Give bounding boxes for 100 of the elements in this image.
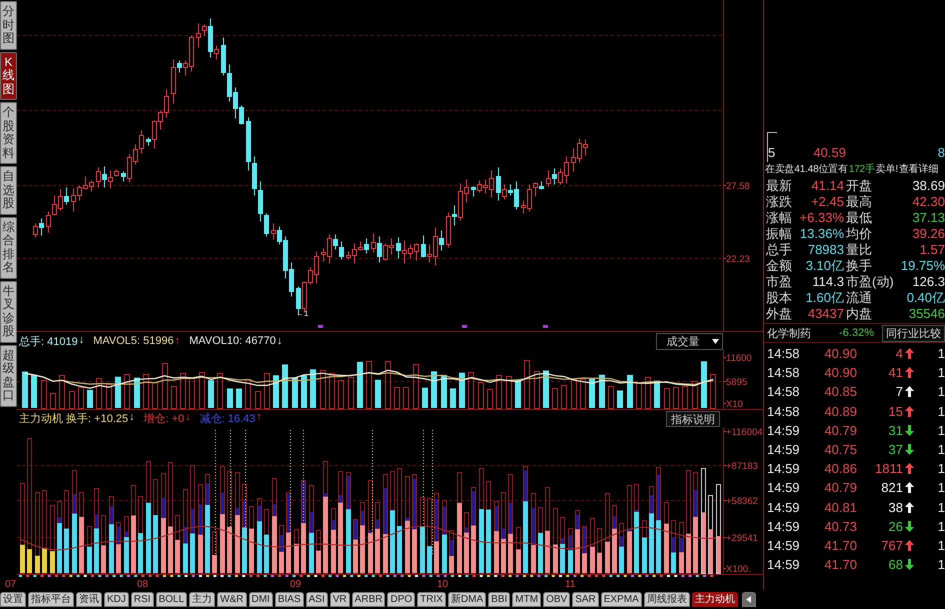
quote-label: 量比 xyxy=(845,242,873,258)
tick-price: 40.81 xyxy=(823,500,857,515)
trend-arrow: ↓ xyxy=(78,334,84,348)
indicator-tab[interactable]: DPO xyxy=(387,592,416,607)
tick-time: 14:59 xyxy=(767,500,801,515)
order-price: 40.59 xyxy=(812,145,846,161)
indicator-tab[interactable]: BIAS xyxy=(274,592,304,607)
quote-label: 外盘 xyxy=(766,306,793,322)
indicator-tab[interactable]: EXPMA xyxy=(600,592,642,607)
tick-cell-text: 1 xyxy=(936,384,945,400)
quote-value: 13.36% xyxy=(798,226,844,242)
event-marker-icon xyxy=(462,325,467,328)
indicator-tab[interactable]: BOLL xyxy=(156,592,188,607)
scroll-left-button[interactable] xyxy=(742,592,756,607)
side-tab[interactable]: 牛叉诊股 xyxy=(0,280,17,342)
trend-arrow: ↑ xyxy=(174,335,180,347)
tick-cell-text: 1 xyxy=(936,518,945,534)
quote-value: 41.14 xyxy=(810,178,844,194)
caret-icon xyxy=(712,338,718,344)
indicator-tab[interactable]: 周线报表 xyxy=(644,592,690,607)
legend-label: MAVOL5: 51996 xyxy=(93,335,174,347)
tick-volume: 7 xyxy=(894,384,903,400)
indicator-help-button[interactable]: 指标说明 xyxy=(666,410,720,426)
indicator-tab[interactable]: RSI xyxy=(130,592,154,607)
indicator-tab[interactable]: 指标平台 xyxy=(28,592,74,607)
indicator-tab[interactable]: 主力 xyxy=(189,592,216,607)
volume-axis-label: 11600 xyxy=(726,353,752,364)
tick-volume: 15 xyxy=(888,404,903,419)
trend-arrow: ↓ xyxy=(276,335,282,347)
indicator-tab[interactable]: SAR xyxy=(572,592,599,607)
tick-time: 14:59 xyxy=(767,557,801,572)
tick-cell-text: 1 xyxy=(936,365,945,380)
indicator-tab[interactable]: 资讯 xyxy=(76,592,102,607)
indicator-tab[interactable]: W&R xyxy=(217,592,246,607)
tick-time: 14:59 xyxy=(767,461,801,476)
quote-value: 19.75% xyxy=(900,258,945,274)
indicator-axis-label: +58362 xyxy=(726,496,758,507)
price-axis-label: 27.58 xyxy=(726,181,750,192)
side-tab[interactable]: 超级盘口 xyxy=(0,344,17,406)
indicator-tab[interactable]: ARBR xyxy=(352,592,386,607)
tick-cell-text: 1 xyxy=(936,422,945,438)
indicator-tab[interactable]: OBV xyxy=(543,592,570,607)
indicator-tab[interactable]: MTM xyxy=(512,592,542,607)
tick-price: 40.85 xyxy=(823,384,857,400)
quote-value: 1.57 xyxy=(918,242,945,258)
quote-label: 市盈(动) xyxy=(845,274,895,290)
indicator-tab[interactable]: 主力动机 xyxy=(692,592,738,607)
tick-cell-text: 1 xyxy=(936,500,945,515)
trend-arrow: ↓ xyxy=(185,411,191,425)
order-level: 5 xyxy=(768,145,776,161)
indicator-tab[interactable]: BBI xyxy=(488,592,510,607)
indicator-tab[interactable]: 新DMA xyxy=(448,592,486,607)
quote-label: 内盘 xyxy=(845,306,873,322)
side-tab[interactable]: K线图 xyxy=(0,52,17,100)
compare-button[interactable]: 同行业比较 xyxy=(882,324,945,342)
indicator-axis-label: X100. xyxy=(726,564,751,575)
quote-label: 涨跌 xyxy=(766,194,793,210)
legend-label: 增仓: +0 xyxy=(144,412,184,426)
side-tab[interactable]: 自选股 xyxy=(0,166,17,214)
trend-arrow: ↑ xyxy=(256,411,262,425)
indicator-tab[interactable]: 设置 xyxy=(0,592,26,607)
indicator-tab[interactable]: ASI xyxy=(306,592,328,607)
highlight-force-bar xyxy=(20,544,25,573)
date-label: 08 xyxy=(137,579,148,590)
tick-cell-text: 1 xyxy=(936,538,945,553)
event-marker-icon xyxy=(543,325,548,328)
tick-price: 40.79 xyxy=(823,422,857,438)
sector-change: -6.32% xyxy=(839,327,874,339)
tick-volume: 1811 xyxy=(874,461,903,476)
legend-label: 减仓: 16.43 xyxy=(200,412,256,426)
view-details-link[interactable]: 查看详细 xyxy=(898,163,938,177)
tick-volume: 38 xyxy=(888,500,903,515)
indicator-tab[interactable]: DMI xyxy=(248,592,273,607)
highlight-force-bar xyxy=(42,548,47,573)
quote-value: 37.13 xyxy=(911,210,945,226)
indicator-tab[interactable]: VR xyxy=(330,592,350,607)
quote-label: 均价 xyxy=(845,226,873,242)
quote-label: 市盈 xyxy=(766,274,793,290)
side-tab[interactable]: 分时图 xyxy=(0,1,17,50)
tick-price: 40.73 xyxy=(823,518,857,534)
tick-price: 41.70 xyxy=(823,557,857,572)
tick-price: 40.79 xyxy=(823,480,857,496)
indicator-dropdown[interactable]: 成交量 xyxy=(656,332,723,350)
tick-volume: 767 xyxy=(880,538,903,553)
tick-volume: 26 xyxy=(888,518,903,534)
low-price-label: ←1 xyxy=(296,309,308,318)
quote-value: 1.60亿 xyxy=(804,290,844,306)
quote-label: 总手 xyxy=(766,242,793,258)
side-tab[interactable]: 个股资料 xyxy=(0,102,17,164)
highlight-force-bar xyxy=(50,551,55,573)
indicator-tab[interactable]: KDJ xyxy=(104,592,129,607)
indicator-tab[interactable]: TRIX xyxy=(417,592,446,607)
quote-label: 流通 xyxy=(845,290,873,306)
tick-time: 14:58 xyxy=(767,365,801,380)
price-axis-label: 22.23 xyxy=(726,254,750,265)
tick-volume: 68 xyxy=(888,557,903,572)
quote-label: 最新 xyxy=(766,178,793,194)
side-tab[interactable]: 综合排名 xyxy=(0,216,17,278)
legend-label: MAVOL10: 46770 xyxy=(189,335,276,347)
left-arrow-icon xyxy=(746,596,752,603)
